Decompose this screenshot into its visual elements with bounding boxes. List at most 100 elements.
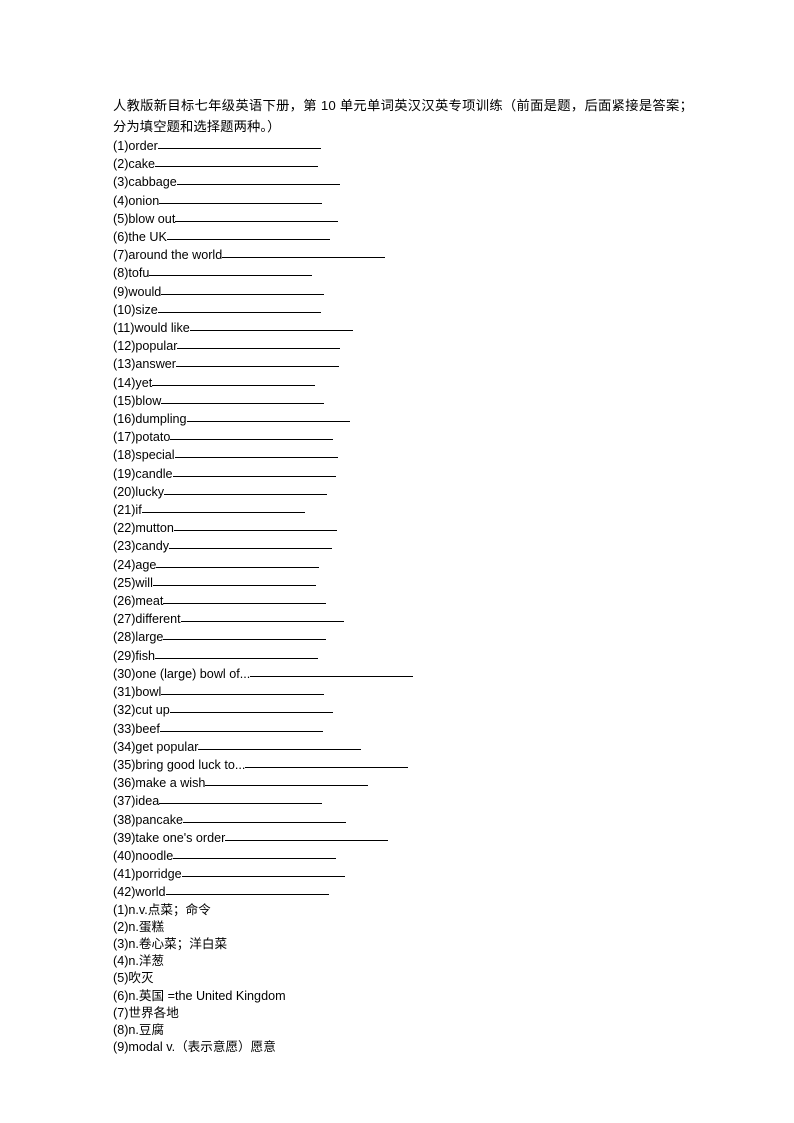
answer-blank-line[interactable] bbox=[161, 392, 325, 404]
question-number: (31) bbox=[113, 685, 136, 700]
vocabulary-question-item: (41)porridge bbox=[113, 865, 693, 883]
question-number: (24) bbox=[113, 557, 136, 572]
answer-text: modal v.（表示意愿）愿意 bbox=[128, 1040, 276, 1055]
answer-text: 吹灭 bbox=[128, 971, 154, 986]
answer-blank-line[interactable] bbox=[198, 738, 362, 750]
question-number: (25) bbox=[113, 575, 136, 590]
vocabulary-answer-item: (4)n.洋葱 bbox=[113, 953, 693, 970]
answer-blank-line[interactable] bbox=[180, 610, 344, 623]
document-title: 人教版新目标七年级英语下册，第 10 单元单词英汉汉英专项训练（前面是题，后面紧… bbox=[113, 98, 693, 134]
vocabulary-question-item: (21)if bbox=[113, 501, 693, 519]
question-number: (28) bbox=[113, 630, 136, 645]
answer-blank-line[interactable] bbox=[141, 501, 305, 514]
vocabulary-answer-item: (6)n.英国 =the United Kingdom bbox=[113, 988, 693, 1005]
vocabulary-question-item: (16)dumpling bbox=[113, 410, 693, 428]
answer-blank-line[interactable] bbox=[174, 446, 338, 459]
answer-blank-line[interactable] bbox=[161, 283, 325, 295]
question-term: blow out bbox=[128, 211, 176, 226]
vocabulary-question-item: (13)answer bbox=[113, 355, 693, 373]
answer-blank-line[interactable] bbox=[245, 756, 409, 768]
vocabulary-question-item: (24)age bbox=[113, 556, 693, 574]
answer-text: 世界各地 bbox=[128, 1005, 179, 1020]
answer-blank-line[interactable] bbox=[149, 264, 313, 277]
vocabulary-question-item: (38)pancake bbox=[113, 811, 693, 829]
answer-blank-line[interactable] bbox=[225, 829, 389, 841]
question-number: (21) bbox=[113, 503, 136, 518]
vocabulary-question-item: (14)yet bbox=[113, 374, 693, 392]
question-number: (41) bbox=[113, 867, 136, 882]
vocabulary-question-item: (27)different bbox=[113, 610, 693, 628]
answer-number: (8) bbox=[113, 1022, 129, 1037]
question-term: make a wish bbox=[135, 776, 206, 791]
answer-blank-line[interactable] bbox=[173, 847, 337, 859]
question-term: candy bbox=[135, 539, 170, 554]
question-number: (5) bbox=[113, 211, 129, 226]
answer-blank-line[interactable] bbox=[156, 556, 320, 568]
question-term: world bbox=[135, 885, 166, 900]
answer-blank-line[interactable] bbox=[165, 883, 329, 896]
vocabulary-question-item: (33)beef bbox=[113, 720, 693, 738]
answer-blank-line[interactable] bbox=[173, 519, 337, 532]
answer-number: (2) bbox=[113, 919, 129, 934]
answer-blank-line[interactable] bbox=[166, 228, 330, 241]
answer-blank-line[interactable] bbox=[159, 720, 323, 732]
answer-text: n.卷心菜；洋白菜 bbox=[128, 936, 228, 951]
question-number: (1) bbox=[113, 139, 129, 153]
answer-blank-line[interactable] bbox=[205, 774, 369, 787]
vocabulary-question-item: (15)blow bbox=[113, 392, 693, 410]
question-term: idea bbox=[135, 794, 160, 809]
vocabulary-question-item: (17)potato bbox=[113, 428, 693, 446]
answer-blank-line[interactable] bbox=[170, 428, 334, 441]
answer-blank-line[interactable] bbox=[176, 173, 340, 186]
vocabulary-question-item: (12)popular bbox=[113, 337, 693, 355]
answer-blank-line[interactable] bbox=[155, 647, 319, 659]
question-term: cut up bbox=[135, 703, 170, 718]
question-term: size bbox=[135, 302, 158, 317]
answer-blank-line[interactable] bbox=[250, 665, 414, 677]
answer-blank-line[interactable] bbox=[152, 574, 316, 586]
question-term: bring good luck to... bbox=[135, 757, 246, 772]
vocabulary-question-item: (39)take one's order bbox=[113, 829, 693, 847]
vocabulary-answer-item: (2)n.蛋糕 bbox=[113, 919, 693, 936]
answer-blank-line[interactable] bbox=[164, 483, 328, 495]
answer-blank-line[interactable] bbox=[161, 683, 325, 696]
answer-blank-line[interactable] bbox=[189, 319, 353, 332]
question-term: mutton bbox=[135, 521, 174, 536]
answer-blank-line[interactable] bbox=[152, 374, 316, 386]
vocabulary-question-item: (9)would bbox=[113, 283, 693, 301]
question-number: (29) bbox=[113, 648, 136, 663]
vocabulary-question-item: (10)size bbox=[113, 301, 693, 319]
question-number: (7) bbox=[113, 248, 129, 263]
answer-blank-line[interactable] bbox=[186, 410, 350, 423]
answer-blank-line[interactable] bbox=[181, 865, 345, 878]
answer-blank-line[interactable] bbox=[222, 246, 386, 259]
question-number: (22) bbox=[113, 521, 136, 536]
vocabulary-question-item: (20)lucky bbox=[113, 483, 693, 501]
answer-blank-line[interactable] bbox=[163, 628, 327, 641]
answer-blank-line[interactable] bbox=[183, 811, 347, 823]
question-term: get popular bbox=[135, 739, 199, 754]
question-number: (23) bbox=[113, 539, 136, 554]
answer-blank-line[interactable] bbox=[157, 137, 321, 149]
question-term: fish bbox=[135, 648, 156, 663]
answer-blank-line[interactable] bbox=[157, 301, 321, 313]
question-number: (32) bbox=[113, 703, 136, 718]
question-term: candle bbox=[135, 466, 173, 481]
question-number: (36) bbox=[113, 776, 136, 791]
answer-blank-line[interactable] bbox=[177, 337, 341, 350]
answer-blank-line[interactable] bbox=[163, 592, 327, 605]
answer-blank-line[interactable] bbox=[169, 701, 333, 714]
question-number: (6) bbox=[113, 230, 129, 245]
answer-blank-line[interactable] bbox=[169, 537, 333, 550]
answer-blank-line[interactable] bbox=[176, 355, 340, 368]
question-term: pancake bbox=[135, 812, 184, 827]
question-number: (40) bbox=[113, 848, 136, 863]
question-number: (27) bbox=[113, 612, 136, 627]
answer-blank-line[interactable] bbox=[159, 792, 323, 805]
question-number: (30) bbox=[113, 666, 136, 681]
answer-blank-line[interactable] bbox=[175, 210, 339, 222]
answer-blank-line[interactable] bbox=[159, 192, 323, 204]
question-term: answer bbox=[135, 357, 177, 372]
answer-blank-line[interactable] bbox=[155, 155, 319, 168]
answer-blank-line[interactable] bbox=[172, 465, 336, 477]
